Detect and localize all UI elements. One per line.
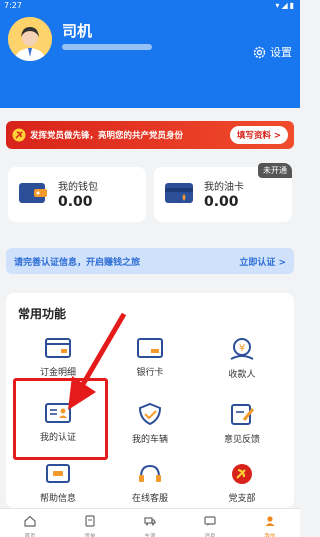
- not-activated-badge: 未开通: [258, 163, 292, 178]
- username: 司机: [62, 22, 93, 40]
- functions-title: 常用功能: [18, 307, 67, 321]
- party-emblem-icon: [12, 128, 26, 142]
- tab-vehicle-source-label: 车源: [144, 534, 156, 537]
- status-icons: ▾◢▮: [275, 1, 296, 10]
- wallet-card[interactable]: 我的钱包 0.00: [8, 167, 146, 222]
- feedback-item[interactable]: 意见反馈: [194, 402, 290, 460]
- bank-card-label: 银行卡: [136, 368, 164, 378]
- online-service-label: 在线客服: [131, 494, 168, 504]
- truck-icon: [144, 517, 156, 526]
- order-detail-icon: [45, 338, 71, 358]
- fuel-card[interactable]: 未开通 我的油卡 0.00: [154, 163, 292, 222]
- bank-card-item[interactable]: 银行卡: [102, 337, 198, 395]
- wallet-label: 我的钱包: [58, 182, 98, 193]
- profile-icon: [265, 516, 275, 526]
- feedback-label: 意见反馈: [223, 435, 260, 445]
- payee-item[interactable]: ¥ 收款人: [194, 337, 290, 395]
- tab-mine-label: 我的: [264, 534, 276, 537]
- settings-button[interactable]: 设置: [252, 44, 292, 60]
- status-time: 7:27: [4, 1, 22, 10]
- my-vehicle-label: 我的车辆: [131, 435, 168, 445]
- payee-icon: ¥: [230, 338, 254, 360]
- tab-orders[interactable]: 货单: [60, 509, 120, 537]
- party-branch-icon: [232, 464, 252, 484]
- tab-orders-label: 货单: [84, 534, 96, 537]
- wallet-icon: [19, 183, 47, 203]
- tab-home-label: 首页: [24, 534, 36, 537]
- party-branch-label: 党支部: [228, 494, 256, 504]
- settings-label: 设置: [270, 46, 292, 59]
- wallet-balance: 0.00: [58, 194, 93, 210]
- party-banner-text: 发挥党员做先锋，亮明您的共产党员身份: [30, 131, 184, 141]
- tab-vehicle-source[interactable]: 车源: [120, 509, 180, 537]
- orders-icon: [85, 515, 95, 527]
- tab-messages-label: 消息: [204, 534, 216, 537]
- avatar[interactable]: [8, 17, 52, 61]
- verify-prompt-text: 请完善认证信息，开启赚钱之旅: [14, 257, 141, 268]
- payee-label: 收款人: [228, 370, 256, 380]
- message-icon: [204, 516, 216, 526]
- tab-messages[interactable]: 消息: [180, 509, 240, 537]
- help-icon: [46, 464, 70, 483]
- gear-icon: [253, 46, 266, 58]
- profile-header: 7:27 ▾◢▮ 司机 设置: [0, 0, 300, 108]
- verify-now-link[interactable]: 立即认证 >: [239, 255, 286, 268]
- fuel-card-label: 我的油卡: [204, 182, 244, 193]
- svg-text:¥: ¥: [239, 343, 245, 354]
- order-detail-label: 订金明细: [39, 368, 76, 378]
- highlight-box: [13, 378, 108, 460]
- vehicle-shield-icon: [138, 402, 162, 426]
- my-vehicle-item[interactable]: 我的车辆: [102, 402, 198, 460]
- feedback-icon: [231, 404, 255, 425]
- tab-home[interactable]: 首页: [0, 509, 60, 537]
- tab-mine[interactable]: 我的: [240, 509, 300, 537]
- driver-avatar-icon: [8, 17, 52, 61]
- customer-service-icon: [139, 464, 161, 482]
- masked-phone: [62, 44, 152, 50]
- fuel-card-balance: 0.00: [204, 194, 239, 210]
- help-info-label: 帮助信息: [39, 494, 76, 504]
- bottom-tab-bar: 首页 货单 车源 消息 我的: [0, 508, 300, 537]
- fill-info-button[interactable]: 填写资料 >: [229, 126, 288, 144]
- verify-prompt-bar[interactable]: 请完善认证信息，开启赚钱之旅 立即认证 >: [6, 248, 294, 274]
- bank-card-icon: [137, 338, 163, 358]
- status-bar: 7:27 ▾◢▮: [0, 0, 300, 12]
- fuel-card-icon: [165, 183, 193, 203]
- party-member-banner[interactable]: 发挥党员做先锋，亮明您的共产党员身份 填写资料 >: [6, 121, 294, 149]
- home-icon: [24, 515, 36, 527]
